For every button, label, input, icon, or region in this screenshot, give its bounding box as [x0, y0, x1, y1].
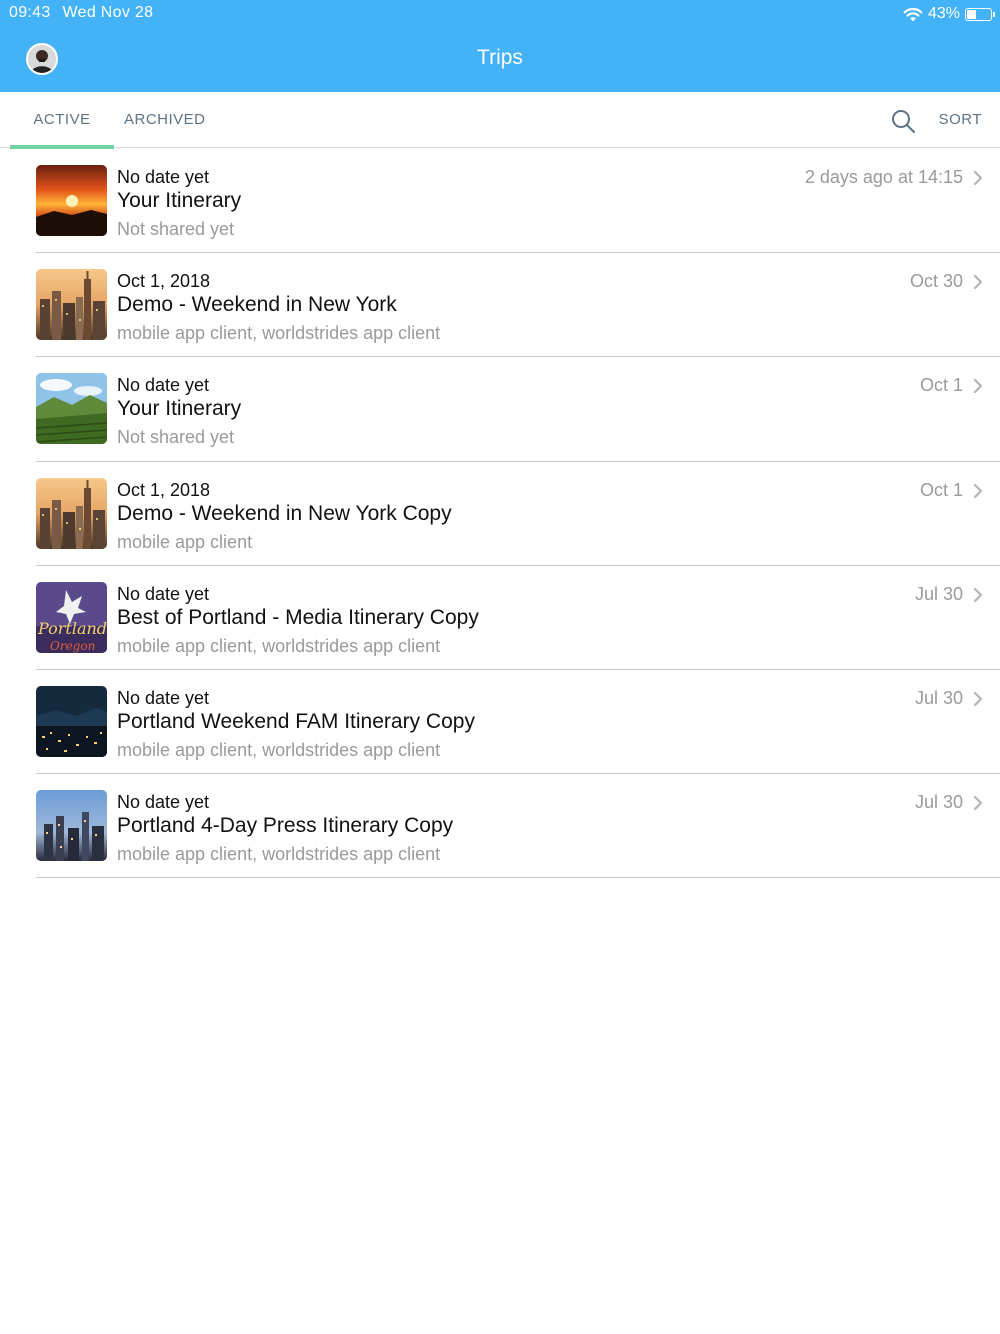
trip-shared-with: mobile app client, worldstrides app clie…	[117, 323, 441, 344]
wifi-icon	[903, 7, 923, 21]
status-bar-left: 09:43 Wed Nov 28	[9, 4, 153, 22]
trip-updated: Jul 30	[914, 687, 963, 708]
trip-thumbnail-sunset	[36, 165, 107, 236]
trip-title: Your Itinerary	[117, 189, 242, 212]
chevron-right-icon	[973, 483, 983, 498]
trip-row[interactable]: No date yet Your Itinerary Not shared yet 2…	[36, 149, 1000, 254]
chevron-right-icon	[973, 170, 983, 186]
tab-bar: ACTIVE ARCHIVED SORT	[0, 92, 1000, 149]
trip-shared-with: mobile app client, worldstrides app clie…	[117, 635, 441, 656]
status-time: 09:43	[9, 4, 51, 21]
sort-button[interactable]: SORT	[939, 92, 982, 148]
trip-updated: 2 days ago at 14:15	[804, 167, 963, 187]
trip-row[interactable]: No date yet Portland Weekend FAM Itinerar…	[36, 670, 1000, 775]
status-date: Wed Nov 28	[62, 4, 154, 21]
tab-archived[interactable]: ARCHIVED	[124, 92, 206, 148]
trip-date: No date yet	[117, 583, 210, 604]
trip-thumbnail-nyc	[36, 269, 107, 341]
trip-date: No date yet	[117, 375, 210, 396]
trip-title: Portland Weekend FAM Itinerary Copy	[117, 709, 475, 733]
svg-text:Oregon: Oregon	[50, 639, 95, 653]
page-title: Trips	[477, 46, 523, 69]
battery-icon	[965, 7, 995, 21]
trip-title: Demo - Weekend in New York Copy	[117, 501, 452, 525]
trip-updated: Jul 30	[914, 792, 963, 813]
trip-row[interactable]: Portland Oregon No date yet Best of Portl…	[36, 566, 1000, 670]
trip-date: Oct 1, 2018	[117, 271, 211, 292]
trip-date: Oct 1, 2018	[117, 479, 211, 500]
trip-updated: Jul 30	[914, 583, 963, 604]
trip-thumbnail-dusk-city	[36, 790, 107, 862]
trip-updated: Oct 1	[919, 375, 963, 396]
trip-date: No date yet	[117, 792, 210, 813]
chevron-right-icon	[973, 796, 983, 811]
trip-updated: Oct 1	[919, 479, 963, 500]
trip-title: Best of Portland - Media Itinerary Copy	[117, 605, 479, 629]
trip-row[interactable]: No date yet Portland 4-Day Press Itinerar…	[36, 774, 1000, 879]
trip-shared-with: mobile app client, worldstrides app clie…	[117, 739, 441, 760]
tab-active-label: ACTIVE	[33, 111, 91, 128]
trip-thumbnail-night-city	[36, 685, 107, 757]
trip-list: No date yet Your Itinerary Not shared yet 2…	[0, 149, 1000, 879]
battery-cap	[993, 11, 995, 17]
tab-archived-label: ARCHIVED	[124, 111, 206, 128]
trip-row[interactable]: Oct 1, 2018 Demo - Weekend in New York Co…	[36, 462, 1000, 566]
trip-thumbnail-nyc	[36, 477, 107, 549]
battery-percent: 43%	[927, 5, 960, 22]
trip-row[interactable]: Oct 1, 2018 Demo - Weekend in New York mob…	[36, 253, 1000, 358]
trip-shared-with: Not shared yet	[117, 427, 235, 448]
search-icon	[892, 110, 915, 133]
trip-title: Portland 4-Day Press Itinerary Copy	[117, 814, 454, 838]
trip-date: No date yet	[117, 167, 210, 187]
trip-row[interactable]: No date yet Your Itinerary Not shared yet O…	[36, 357, 1000, 462]
trip-thumbnail-vineyard	[36, 373, 107, 445]
trip-shared-with: Not shared yet	[117, 219, 235, 239]
trip-title: Your Itinerary	[117, 397, 242, 421]
status-bar-right: 43%	[903, 4, 995, 24]
chevron-right-icon	[973, 275, 983, 290]
trip-date: No date yet	[117, 687, 210, 708]
trip-thumbnail-portland-sign: Portland Oregon	[36, 581, 107, 653]
tab-active[interactable]: ACTIVE	[10, 92, 114, 149]
chevron-right-icon	[973, 379, 983, 394]
battery-fill	[967, 9, 976, 19]
trip-shared-with: mobile app client	[117, 531, 253, 552]
trip-shared-with: mobile app client, worldstrides app clie…	[117, 844, 441, 865]
trip-title: Demo - Weekend in New York	[117, 293, 397, 317]
top-bar: 09:43 Wed Nov 28 43% Trips	[0, 0, 1000, 92]
chevron-right-icon	[973, 691, 983, 707]
search-button[interactable]	[890, 108, 916, 134]
svg-text:Portland: Portland	[37, 619, 107, 638]
chevron-right-icon	[973, 587, 983, 602]
trip-updated: Oct 30	[909, 271, 963, 292]
